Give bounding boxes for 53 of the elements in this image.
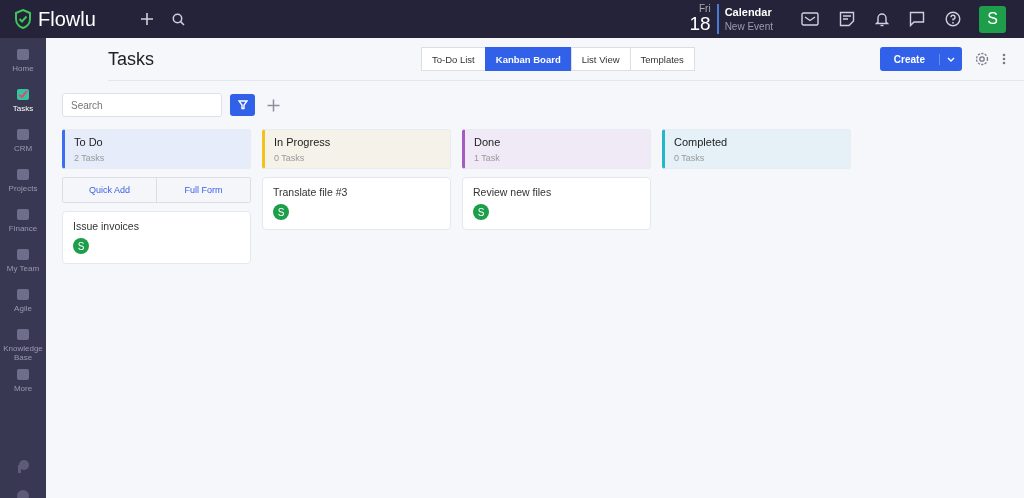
column-title: In Progress — [274, 136, 332, 148]
calendar-link[interactable]: Calendar — [724, 6, 773, 18]
sidebar-item[interactable]: My Team — [0, 244, 46, 278]
user-avatar[interactable]: S — [979, 5, 1006, 33]
assignee-avatar: S — [473, 204, 489, 220]
task-count: 1 Task — [474, 153, 501, 163]
column-title: Done — [474, 136, 502, 148]
create-button[interactable]: Create — [879, 47, 962, 71]
assignee-avatar: S — [73, 238, 89, 254]
plus-icon[interactable] — [139, 12, 154, 26]
task-title: Review new files — [473, 186, 552, 198]
sidebar-item[interactable]: More — [0, 364, 46, 398]
sidebar-item[interactable]: Projects — [0, 164, 46, 198]
search-field[interactable]: Search — [62, 93, 222, 117]
add-task-button[interactable]: Quick Add — [63, 178, 157, 202]
task-card[interactable]: Review new files S — [462, 177, 651, 230]
brand-name: Flowlu — [38, 7, 96, 31]
help-icon[interactable] — [945, 11, 961, 27]
column-title: To Do — [74, 136, 104, 148]
task-card[interactable]: Issue invoices S — [62, 211, 251, 264]
sidebar-item[interactable]: CRM — [0, 124, 46, 158]
chat-icon[interactable] — [909, 11, 925, 27]
view-tab[interactable]: List View — [570, 47, 631, 71]
assignee-avatar: S — [273, 204, 289, 220]
filter-icon[interactable] — [237, 100, 248, 110]
sidebar-item[interactable]: Knowledge Base — [0, 324, 46, 358]
sidebar-item[interactable]: Agile — [0, 284, 46, 318]
task-title: Issue invoices — [73, 220, 139, 232]
view-tab[interactable]: Kanban Board — [484, 47, 572, 71]
sidebar-item[interactable]: Tasks — [0, 84, 46, 118]
sidebar-item[interactable]: Finance — [0, 204, 46, 238]
shield-check-icon — [14, 9, 32, 29]
task-count: 0 Tasks — [674, 153, 706, 163]
weekday: Fri — [698, 4, 711, 14]
task-card[interactable]: Translate file #3 S — [262, 177, 451, 230]
more-icon[interactable] — [1002, 53, 1006, 65]
settings-icon[interactable] — [974, 51, 990, 67]
page-title: Tasks — [108, 48, 155, 70]
day-number: 18 — [689, 14, 711, 34]
mail-icon[interactable] — [801, 12, 819, 26]
new-event-link[interactable]: New Event — [724, 21, 773, 32]
sidebar-item[interactable]: Home — [0, 44, 46, 78]
note-icon[interactable] — [839, 11, 855, 27]
column-title: Completed — [674, 136, 729, 148]
search-icon[interactable] — [171, 12, 185, 26]
task-count: 0 Tasks — [274, 153, 306, 163]
bell-icon[interactable] — [875, 11, 889, 27]
task-count: 2 Tasks — [74, 153, 106, 163]
filter-button[interactable] — [230, 94, 255, 116]
view-tab[interactable]: Templates — [629, 47, 695, 71]
task-title: Translate file #3 — [273, 186, 348, 198]
caret-icon[interactable] — [947, 56, 955, 62]
view-tab[interactable]: To-Do List — [421, 47, 486, 71]
